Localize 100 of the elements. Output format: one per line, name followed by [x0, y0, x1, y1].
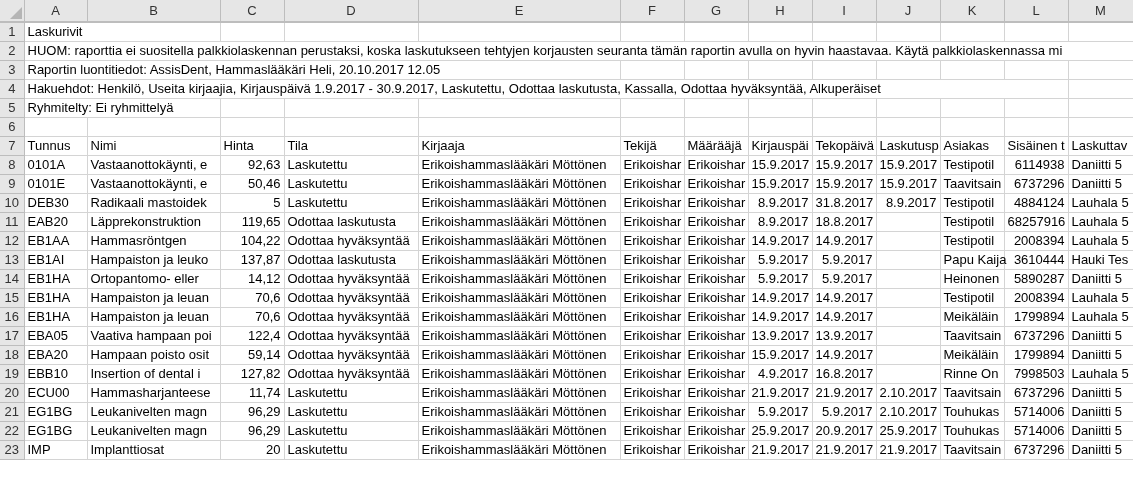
- table-cell: EB1AI: [27, 252, 65, 267]
- table-cell: 5: [273, 195, 281, 210]
- table-cell: 15.9.2017: [879, 157, 938, 172]
- column-header[interactable]: D: [346, 2, 356, 18]
- table-cell: 5.9.2017: [757, 271, 809, 286]
- table-cell: Erikoishammaslääkäri Möttönen: [421, 176, 607, 191]
- table-cell: Erikoishar: [687, 157, 746, 172]
- table-cell: Erikoishar: [623, 195, 682, 210]
- sheet-cell-text: Ryhmitelty: Ei ryhmittelyä: [27, 100, 174, 115]
- table-cell: 7998503: [1013, 366, 1065, 381]
- table-cell: 1799894: [1013, 309, 1065, 324]
- table-cell: IMP: [27, 442, 51, 457]
- column-header[interactable]: B: [149, 2, 158, 18]
- table-cell: Erikoishar: [623, 309, 682, 324]
- table-cell: Erikoishar: [623, 423, 682, 438]
- table-cell: Daniitti 5: [1071, 157, 1123, 172]
- table-cell: 119,65: [241, 214, 281, 229]
- table-cell: Laskutettu: [287, 423, 348, 438]
- table-cell: EBA05: [27, 328, 68, 343]
- table-cell: Leukanivelten magn: [90, 404, 207, 419]
- column-title: Tekopäivä: [815, 138, 875, 153]
- column-header[interactable]: J: [904, 2, 912, 18]
- table-cell: 14.9.2017: [815, 233, 874, 248]
- table-cell: Testipotil: [943, 214, 995, 229]
- column-header[interactable]: C: [247, 2, 257, 18]
- table-cell: 20.9.2017: [815, 423, 874, 438]
- table-cell: 15.9.2017: [751, 176, 810, 191]
- table-cell: Erikoishar: [623, 366, 682, 381]
- table-cell: Testipotil: [943, 290, 995, 305]
- table-cell: 92,63: [247, 157, 281, 172]
- table-cell: 11,74: [248, 385, 281, 400]
- select-all-icon[interactable]: [9, 7, 22, 19]
- column-header[interactable]: I: [842, 2, 846, 18]
- table-cell: Erikoishammaslääkäri Möttönen: [421, 157, 607, 172]
- table-cell: EB1AA: [27, 233, 70, 248]
- table-cell: Erikoishar: [623, 271, 682, 286]
- table-cell: Daniitti 5: [1071, 271, 1123, 286]
- table-cell: 21.9.2017: [751, 442, 810, 457]
- table-cell: 16.8.2017: [815, 366, 874, 381]
- table-cell: Odottaa laskutusta: [287, 252, 396, 267]
- table-cell: 20: [266, 442, 281, 457]
- table-cell: Odottaa hyväksyntää: [287, 309, 410, 324]
- table-cell: DEB30: [27, 195, 69, 210]
- table-cell: EG1BG: [27, 404, 73, 419]
- table-cell: Rinne On: [943, 366, 999, 381]
- table-cell: 14.9.2017: [751, 233, 810, 248]
- table-cell: Hammasröntgen: [90, 233, 187, 248]
- table-cell: Erikoishammaslääkäri Möttönen: [421, 328, 607, 343]
- table-cell: Leukanivelten magn: [90, 423, 207, 438]
- column-header[interactable]: F: [648, 2, 656, 18]
- table-cell: 1799894: [1013, 347, 1065, 362]
- column-header[interactable]: E: [514, 2, 524, 18]
- table-cell: 15.9.2017: [815, 176, 874, 191]
- table-cell: Erikoishar: [687, 176, 746, 191]
- table-cell: 96,29: [247, 404, 281, 419]
- table-cell: 127,82: [240, 366, 281, 381]
- column-title: Sisäinen t: [1007, 138, 1065, 153]
- table-cell: Läpprekonstruktion: [90, 214, 202, 229]
- table-cell: 2008394: [1013, 233, 1065, 248]
- table-cell: Daniitti 5: [1071, 385, 1123, 400]
- table-cell: Erikoishar: [687, 290, 746, 305]
- table-cell: 14.9.2017: [815, 290, 874, 305]
- table-cell: Testipotil: [943, 195, 995, 210]
- column-header[interactable]: L: [1032, 2, 1040, 18]
- table-cell: Erikoishar: [623, 252, 682, 267]
- column-header[interactable]: G: [710, 2, 722, 18]
- column-title: Määrääjä: [687, 138, 742, 153]
- table-cell: Erikoishammaslääkäri Möttönen: [421, 271, 607, 286]
- column-title: Laskutusp: [879, 138, 939, 153]
- column-header[interactable]: A: [51, 2, 60, 18]
- table-cell: EBA20: [27, 347, 68, 362]
- column-header[interactable]: H: [775, 2, 785, 18]
- column-header[interactable]: M: [1095, 2, 1106, 18]
- table-cell: Erikoishar: [623, 290, 682, 305]
- table-cell: Erikoishammaslääkäri Möttönen: [421, 385, 607, 400]
- table-cell: 104,22: [240, 233, 281, 248]
- table-cell: 31.8.2017: [815, 195, 874, 210]
- table-cell: Taavitsain: [943, 328, 1002, 343]
- table-cell: Taavitsain: [943, 442, 1002, 457]
- table-cell: 5.9.2017: [757, 404, 809, 419]
- table-cell: Meikäläin: [943, 309, 999, 324]
- table-cell: Taavitsain: [943, 385, 1002, 400]
- table-cell: Erikoishammaslääkäri Möttönen: [421, 404, 607, 419]
- table-cell: Erikoishar: [687, 347, 746, 362]
- table-cell: Taavitsain: [943, 176, 1002, 191]
- table-cell: EB1HA: [27, 271, 71, 286]
- table-cell: Erikoishar: [687, 214, 746, 229]
- table-cell: 15.9.2017: [751, 347, 810, 362]
- table-cell: 21.9.2017: [751, 385, 810, 400]
- table-cell: 6737296: [1013, 385, 1065, 400]
- table-cell: 59,14: [247, 347, 281, 362]
- table-cell: EB1HA: [27, 290, 71, 305]
- table-cell: Laskutettu: [287, 157, 348, 172]
- table-cell: 4.9.2017: [757, 366, 809, 381]
- table-cell: 8.9.2017: [757, 214, 809, 229]
- column-header[interactable]: K: [967, 2, 977, 18]
- table-cell: 5.9.2017: [821, 252, 873, 267]
- table-cell: Erikoishammaslääkäri Möttönen: [421, 290, 607, 305]
- table-cell: Erikoishammaslääkäri Möttönen: [421, 195, 607, 210]
- table-cell: Erikoishar: [687, 423, 746, 438]
